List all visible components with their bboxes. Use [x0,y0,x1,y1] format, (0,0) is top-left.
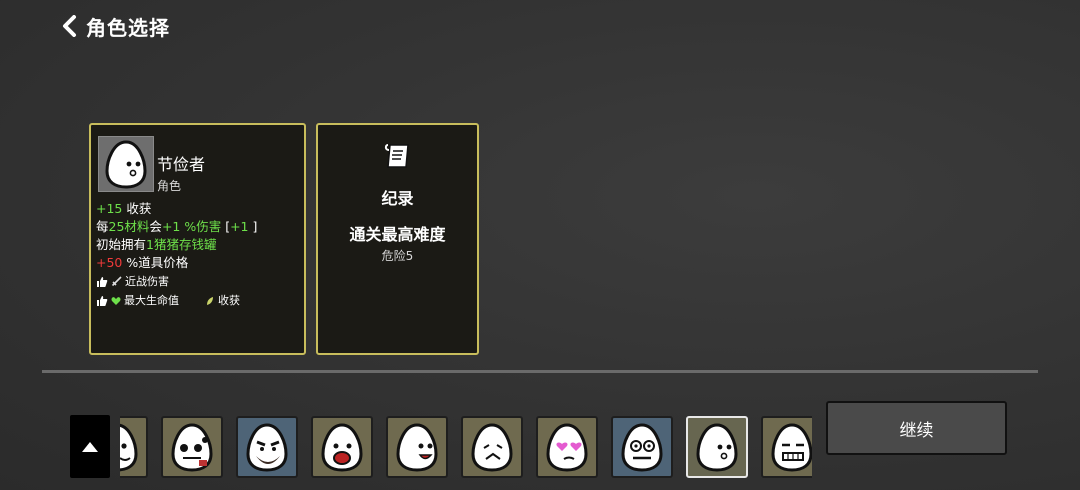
character-slot[interactable] [120,416,148,478]
record-panel: 纪录 通关最高难度 危险5 [316,123,479,355]
tag-item: 收获 [205,292,240,310]
egg-plain-icon [105,140,147,189]
thumbs-up-icon [97,276,108,287]
character-roster [120,415,812,480]
egg-screaming-icon [321,423,363,472]
chevron-left-icon [63,15,76,37]
record-value: 危险5 [381,249,414,263]
egg-shocked-icon [621,423,663,472]
egg-sad-icon [471,423,513,472]
egg-bandaged-icon [171,423,213,472]
character-slot[interactable] [236,416,298,478]
tag-item: 最大生命值 [96,292,179,310]
character-slot[interactable] [611,416,673,478]
scroll-up-button[interactable] [70,415,110,478]
thumbs-up-icon [97,295,108,306]
record-subtitle: 通关最高难度 [349,225,446,244]
egg-bearded-icon [246,423,288,472]
heart-icon [111,296,121,305]
back-button[interactable]: 角色选择 [60,10,170,42]
character-portrait [98,136,154,192]
character-type: 角色 [157,179,182,193]
egg-plain-icon [696,423,738,472]
scaling-bracket: [+1 ] [221,219,258,234]
character-slot[interactable] [536,416,598,478]
character-slot-selected[interactable] [686,416,748,478]
character-name: 节俭者 [157,155,206,174]
stat-line: +15 收获 [96,201,152,216]
tag-item: 近战伤害 [96,273,169,291]
character-slot[interactable] [761,416,812,478]
stat-line: 每25材料会+1 %伤害 [+1 ] [96,219,258,234]
record-title: 纪录 [381,189,414,208]
character-slot[interactable] [311,416,373,478]
character-stats: +15 收获 每25材料会+1 %伤害 [+1 ] 初始拥有1猪猪存钱罐 +50… [96,200,257,310]
page-title: 角色选择 [86,15,170,40]
egg-grimace-icon [771,423,812,472]
tag-row: 最大生命值 收获 [96,291,257,310]
egg-partial-icon [120,424,138,472]
scroll-icon [384,144,409,168]
character-info-panel: 节俭者 角色 +15 收获 每25材料会+1 %伤害 [+1 ] 初始拥有1猪猪… [89,123,306,355]
sword-icon [111,276,122,287]
egg-heart-eyes-icon [546,423,588,472]
egg-happy-icon [396,423,438,472]
character-slot[interactable] [161,416,223,478]
tag-row: 近战伤害 [96,272,257,291]
continue-button[interactable]: 继续 [826,401,1007,455]
divider [42,370,1038,373]
triangle-up-icon [82,441,98,452]
harvest-leaf-icon [207,296,213,305]
stat-line: 初始拥有1猪猪存钱罐 [96,237,217,252]
character-slot[interactable] [461,416,523,478]
character-slot[interactable] [386,416,448,478]
stat-line: +50 %道具价格 [96,255,189,270]
